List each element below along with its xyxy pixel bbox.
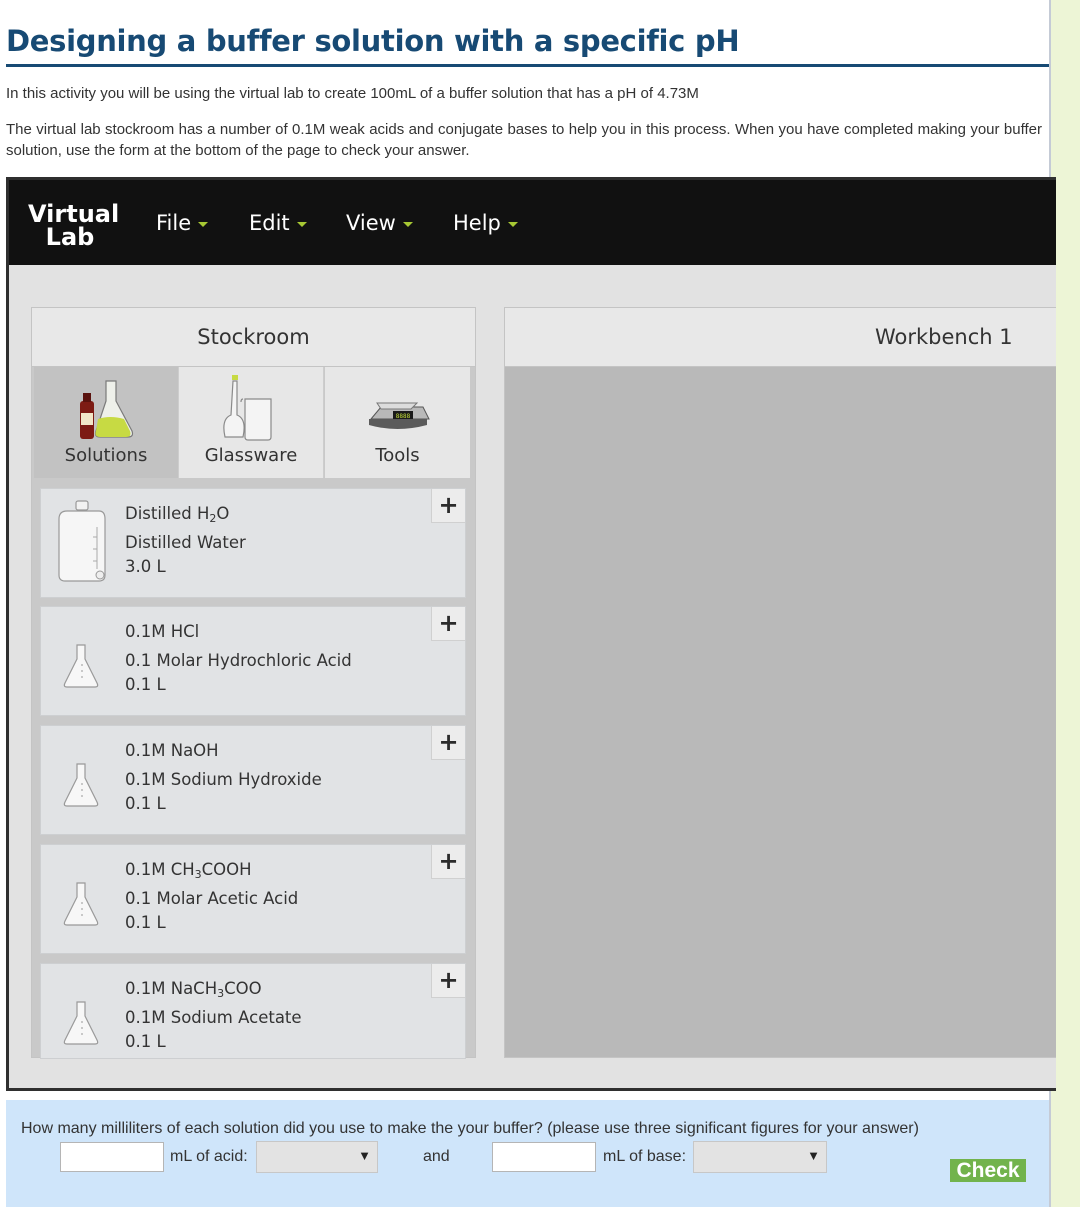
dropdown-arrow-icon: ▼ [807, 1148, 820, 1163]
caret-down-icon [402, 222, 413, 227]
tab-tools[interactable]: 8888 Tools [325, 367, 470, 478]
add-item-button[interactable]: + [431, 607, 465, 641]
item-formula: 0.1M NaCH3COO [125, 979, 262, 1000]
add-item-button[interactable]: + [431, 845, 465, 879]
item-formula: 0.1M HCl [125, 622, 200, 641]
caret-down-icon [507, 222, 518, 227]
list-item: 0.1M CH3COOH 0.1 Molar Acetic Acid 0.1 L… [40, 844, 466, 954]
menu-help-label: Help [453, 211, 501, 235]
flask-icon [63, 1001, 99, 1045]
solutions-icon [80, 380, 134, 439]
intro-paragraph-2: The virtual lab stockroom has a number o… [6, 121, 1042, 159]
tab-glassware[interactable]: Glassware [179, 367, 324, 478]
item-formula: Distilled H2O [125, 504, 230, 525]
stockroom-tabs: Solutions Glassware 8888 Tools [34, 367, 470, 478]
stockroom-title: Stockroom [32, 308, 475, 367]
menu-view-label: View [346, 211, 396, 235]
list-item: 0.1M NaOH 0.1M Sodium Hydroxide 0.1 L + [40, 725, 466, 835]
item-volume: 0.1 L [125, 1032, 166, 1051]
menu-help[interactable]: Help [453, 211, 518, 235]
menu-file-label: File [156, 211, 192, 235]
base-ml-input[interactable] [492, 1142, 596, 1172]
menu-view[interactable]: View [346, 211, 413, 235]
dropdown-arrow-icon: ▼ [358, 1148, 371, 1163]
workbench-header: Workbench 1 [505, 308, 1056, 367]
flask-icon [63, 763, 99, 807]
base-select[interactable]: ▼ [693, 1141, 827, 1173]
logo-line-2: Lab [45, 223, 95, 251]
list-item: 0.1M NaCH3COO 0.1M Sodium Acetate 0.1 L … [40, 963, 466, 1059]
menu-file[interactable]: File [156, 211, 209, 235]
item-volume: 3.0 L [125, 557, 166, 576]
item-name: 0.1 Molar Acetic Acid [125, 889, 299, 908]
acid-ml-input[interactable] [60, 1142, 164, 1172]
svg-text:8888: 8888 [396, 413, 411, 420]
item-volume: 0.1 L [125, 675, 166, 694]
tab-tools-label: Tools [375, 445, 420, 466]
and-label: and [423, 1148, 450, 1165]
virtual-lab-frame: Virtual Lab File Edit View Help Stockroo… [6, 177, 1056, 1091]
menu-edit-label: Edit [249, 211, 290, 235]
list-item: 0.1M HCl 0.1 Molar Hydrochloric Acid 0.1… [40, 606, 466, 716]
lab-navbar: Virtual Lab File Edit View Help [9, 180, 1056, 265]
tab-solutions[interactable]: Solutions [34, 367, 179, 478]
stockroom-panel: Stockroom Solutions Glassware 8888 Tools… [31, 307, 476, 1059]
check-button[interactable]: Check [950, 1159, 1026, 1182]
menu-edit[interactable]: Edit [249, 211, 307, 235]
item-volume: 0.1 L [125, 913, 166, 932]
workbench-panel[interactable]: Workbench 1 [504, 307, 1056, 1058]
item-name: 0.1 Molar Hydrochloric Acid [125, 651, 352, 670]
acid-select[interactable]: ▼ [256, 1141, 378, 1173]
add-item-button[interactable]: + [431, 964, 465, 998]
base-label: mL of base: [603, 1148, 687, 1165]
add-item-button[interactable]: + [431, 726, 465, 760]
scale-icon: 8888 [369, 402, 430, 429]
acid-label: mL of acid: [170, 1148, 248, 1165]
virtual-lab-logo: Virtual Lab [28, 202, 119, 251]
item-name: Distilled Water [125, 533, 246, 552]
intro-paragraph-1: In this activity you will be using the v… [6, 85, 699, 102]
flask-icon [63, 882, 99, 926]
list-item: Distilled H2O Distilled Water 3.0 L + [40, 488, 466, 598]
caret-down-icon [296, 222, 307, 227]
item-name: 0.1M Sodium Hydroxide [125, 770, 322, 789]
water-jug-icon [58, 500, 106, 582]
flask-icon [63, 644, 99, 688]
item-formula: 0.1M NaOH [125, 741, 219, 760]
add-item-button[interactable]: + [431, 489, 465, 523]
item-volume: 0.1 L [125, 794, 166, 813]
caret-down-icon [198, 222, 209, 227]
form-question: How many milliliters of each solution di… [21, 1120, 919, 1137]
workbench-title: Workbench 1 [875, 325, 1013, 349]
answer-form: How many milliliters of each solution di… [6, 1100, 1049, 1207]
item-name: 0.1M Sodium Acetate [125, 1008, 302, 1027]
page-title: Designing a buffer solution with a speci… [6, 22, 1049, 67]
item-formula: 0.1M CH3COOH [125, 860, 252, 881]
tab-solutions-label: Solutions [64, 445, 148, 466]
glassware-icon [223, 375, 272, 441]
tab-glassware-label: Glassware [204, 445, 298, 466]
